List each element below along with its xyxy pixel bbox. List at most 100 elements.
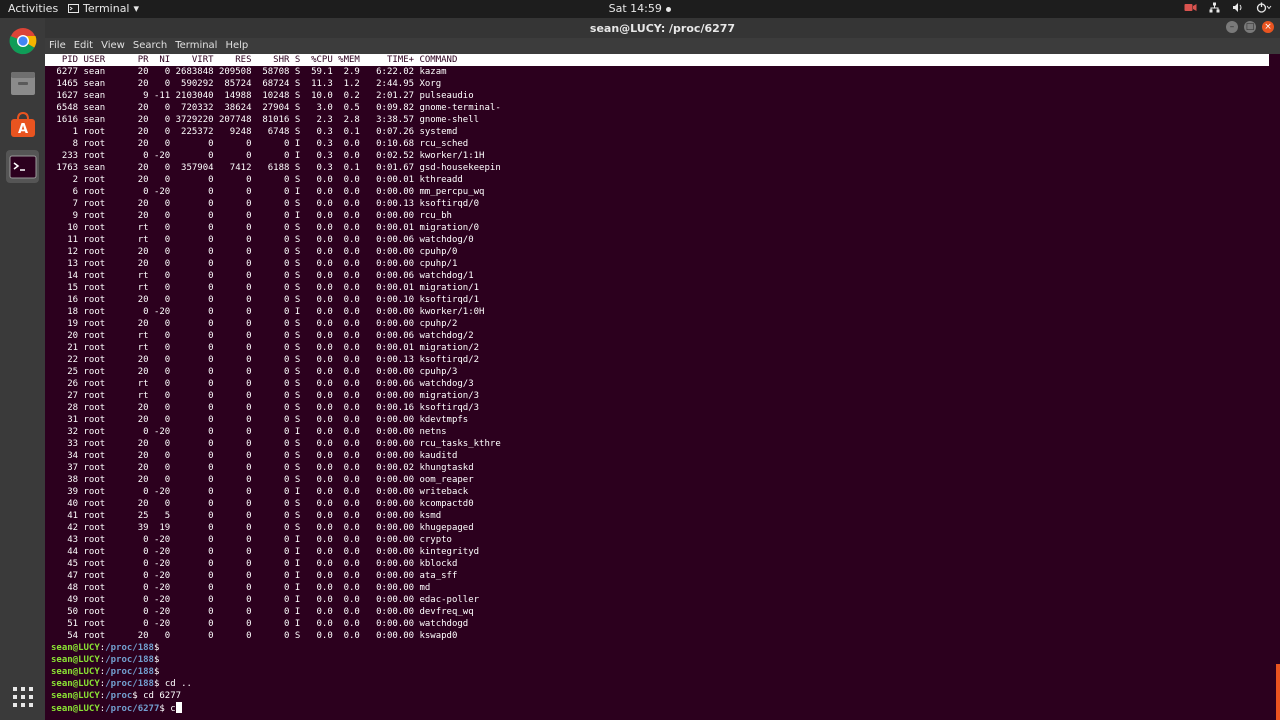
prompt-symbol: $ [153, 667, 160, 677]
clock-button[interactable]: Sat 14:59 [609, 2, 672, 15]
prompt-line: sean@LUCY:/proc$ cd 6277 [45, 690, 1280, 702]
prompt-line: sean@LUCY:/proc/188$ [45, 666, 1280, 678]
process-row: 15 root rt 0 0 0 0 S 0.0 0.0 0:00.01 mig… [51, 283, 480, 293]
menu-terminal[interactable]: Terminal [171, 38, 221, 54]
process-row: 2 root 20 0 0 0 0 S 0.0 0.0 0:00.01 kthr… [51, 175, 463, 185]
dock: A [0, 18, 45, 720]
process-row: 47 root 0 -20 0 0 0 I 0.0 0.0 0:00.00 at… [51, 571, 458, 581]
process-row: 11 root rt 0 0 0 0 S 0.0 0.0 0:00.06 wat… [51, 235, 474, 245]
maximize-button[interactable]: □ [1244, 21, 1256, 33]
process-row: 1465 sean 20 0 590292 85724 68724 S 11.3… [51, 79, 442, 89]
clock-label: Sat 14:59 [608, 2, 662, 15]
top-column-header: PID USER PR NI VIRT RES SHR S %CPU %MEM … [45, 54, 1269, 66]
prompt-path: /proc/188 [105, 667, 154, 677]
process-row: 38 root 20 0 0 0 0 S 0.0 0.0 0:00.00 oom… [51, 475, 474, 485]
prompt-user: sean@LUCY [51, 643, 100, 653]
prompt-user: sean@LUCY [51, 704, 100, 714]
prompt-history: sean@LUCY:/proc/188$ sean@LUCY:/proc/188$… [45, 642, 1280, 714]
prompt-path: /proc [105, 691, 133, 701]
app-menu-label: Terminal [83, 2, 130, 15]
process-row: 6 root 0 -20 0 0 0 I 0.0 0.0 0:00.00 mm_… [51, 187, 485, 197]
minimize-button[interactable]: – [1226, 21, 1238, 33]
process-row: 26 root rt 0 0 0 0 S 0.0 0.0 0:00.06 wat… [51, 379, 474, 389]
text-cursor [175, 702, 182, 713]
process-row: 12 root 20 0 0 0 0 S 0.0 0.0 0:00.00 cpu… [51, 247, 458, 257]
window-titlebar[interactable]: sean@LUCY: /proc/6277 – □ × [45, 18, 1280, 38]
process-row: 22 root 20 0 0 0 0 S 0.0 0.0 0:00.13 kso… [51, 355, 480, 365]
process-row: 7 root 20 0 0 0 0 S 0.0 0.0 0:00.13 ksof… [51, 199, 480, 209]
close-button[interactable]: × [1262, 21, 1274, 33]
process-row: 39 root 0 -20 0 0 0 I 0.0 0.0 0:00.00 wr… [51, 487, 469, 497]
menu-edit[interactable]: Edit [70, 38, 97, 54]
prompt-line: sean@LUCY:/proc/188$ [45, 642, 1280, 654]
prompt-path: /proc/188 [105, 643, 154, 653]
prompt-line: sean@LUCY:/proc/188$ cd .. [45, 678, 1280, 690]
prompt-line: sean@LUCY:/proc/188$ [45, 654, 1280, 666]
process-row: 51 root 0 -20 0 0 0 I 0.0 0.0 0:00.00 wa… [51, 619, 469, 629]
video-icon[interactable] [1184, 2, 1197, 13]
menu-bar: File Edit View Search Terminal Help [45, 38, 1280, 54]
app-menu[interactable]: Terminal ▾ [68, 2, 139, 15]
process-row: 54 root 20 0 0 0 0 S 0.0 0.0 0:00.00 ksw… [51, 631, 458, 641]
process-row: 8 root 20 0 0 0 0 I 0.3 0.0 0:10.68 rcu_… [51, 139, 469, 149]
dock-item-terminal[interactable] [6, 150, 39, 183]
process-row: 41 root 25 5 0 0 0 S 0.0 0.0 0:00.00 ksm… [51, 511, 442, 521]
top-bar: Activities Terminal ▾ Sat 14:59 [0, 0, 1280, 18]
prompt-command: c [164, 704, 176, 714]
software-center-icon: A [10, 111, 35, 137]
process-list: 6277 sean 20 0 2683848 209508 58708 S 59… [45, 66, 1280, 642]
process-row: 25 root 20 0 0 0 0 S 0.0 0.0 0:00.00 cpu… [51, 367, 458, 377]
system-tray[interactable] [1184, 2, 1272, 13]
process-row: 16 root 20 0 0 0 0 S 0.0 0.0 0:00.10 kso… [51, 295, 480, 305]
menu-file[interactable]: File [45, 38, 70, 54]
process-row: 1616 sean 20 0 3729220 207748 81016 S 2.… [51, 115, 480, 125]
process-row: 28 root 20 0 0 0 0 S 0.0 0.0 0:00.16 kso… [51, 403, 480, 413]
volume-icon[interactable] [1232, 2, 1244, 13]
process-row: 13 root 20 0 0 0 0 S 0.0 0.0 0:00.00 cpu… [51, 259, 458, 269]
process-row: 1763 sean 20 0 357904 7412 6188 S 0.3 0.… [51, 163, 501, 173]
show-apps-icon [12, 686, 33, 707]
prompt-path: /proc/188 [105, 655, 154, 665]
terminal-app-icon [68, 4, 79, 13]
process-row: 233 root 0 -20 0 0 0 I 0.3 0.0 0:02.52 k… [51, 151, 485, 161]
svg-text:A: A [17, 122, 27, 137]
prompt-command: cd 6277 [137, 691, 182, 701]
process-row: 44 root 0 -20 0 0 0 I 0.0 0.0 0:00.00 ki… [51, 547, 480, 557]
prompt-user: sean@LUCY [51, 667, 100, 677]
dock-item-chrome[interactable] [6, 24, 39, 57]
prompt-symbol: $ [153, 643, 160, 653]
process-row: 33 root 20 0 0 0 0 S 0.0 0.0 0:00.00 rcu… [51, 439, 501, 449]
dock-item-show-apps[interactable] [6, 680, 39, 713]
terminal-output[interactable]: PID USER PR NI VIRT RES SHR S %CPU %MEM … [45, 54, 1280, 720]
process-row: 18 root 0 -20 0 0 0 I 0.0 0.0 0:00.00 kw… [51, 307, 485, 317]
process-row: 1627 sean 9 -11 2103040 14988 10248 S 10… [51, 91, 474, 101]
process-row: 49 root 0 -20 0 0 0 I 0.0 0.0 0:00.00 ed… [51, 595, 480, 605]
activities-button[interactable]: Activities [8, 2, 58, 15]
process-row: 45 root 0 -20 0 0 0 I 0.0 0.0 0:00.00 kb… [51, 559, 458, 569]
process-row: 1 root 20 0 225372 9248 6748 S 0.3 0.1 0… [51, 127, 458, 137]
menu-help[interactable]: Help [221, 38, 252, 54]
process-row: 6277 sean 20 0 2683848 209508 58708 S 59… [51, 67, 447, 77]
menu-view[interactable]: View [97, 38, 129, 54]
dock-item-software-center[interactable]: A [6, 108, 39, 141]
notification-dot-icon [666, 6, 672, 12]
prompt-command: cd .. [159, 679, 192, 689]
prompt-user: sean@LUCY [51, 691, 100, 701]
power-icon[interactable] [1256, 2, 1272, 13]
network-icon[interactable] [1209, 2, 1220, 13]
dock-item-files[interactable] [6, 66, 39, 99]
process-row: 21 root rt 0 0 0 0 S 0.0 0.0 0:00.01 mig… [51, 343, 480, 353]
window-controls: – □ × [1226, 21, 1274, 33]
prompt-symbol: $ [153, 655, 160, 665]
files-icon [10, 71, 35, 95]
prompt-user: sean@LUCY [51, 679, 100, 689]
prompt-line: sean@LUCY:/proc/6277$ c [45, 702, 1280, 714]
chrome-icon [9, 27, 36, 54]
menu-search[interactable]: Search [129, 38, 171, 54]
process-row: 20 root rt 0 0 0 0 S 0.0 0.0 0:00.06 wat… [51, 331, 474, 341]
process-row: 50 root 0 -20 0 0 0 I 0.0 0.0 0:00.00 de… [51, 607, 474, 617]
process-row: 37 root 20 0 0 0 0 S 0.0 0.0 0:00.02 khu… [51, 463, 474, 473]
scrollbar-thumb[interactable] [1276, 664, 1280, 720]
process-row: 40 root 20 0 0 0 0 S 0.0 0.0 0:00.00 kco… [51, 499, 474, 509]
process-row: 34 root 20 0 0 0 0 S 0.0 0.0 0:00.00 kau… [51, 451, 458, 461]
